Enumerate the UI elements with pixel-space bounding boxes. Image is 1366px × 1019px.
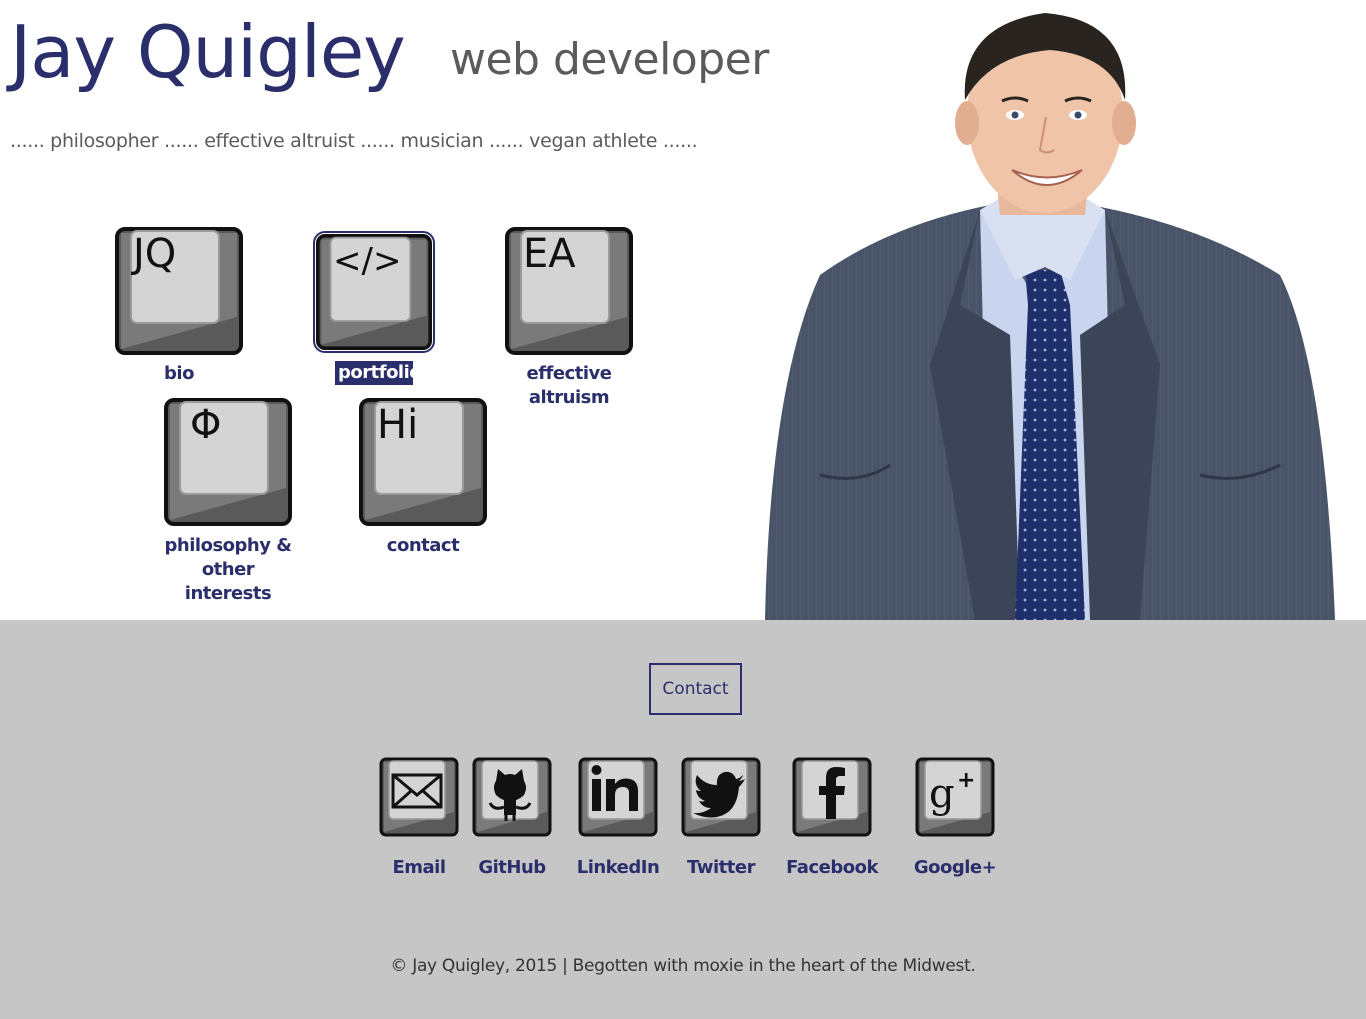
github-social-button[interactable]: [472, 757, 552, 837]
octocat-icon: [472, 757, 552, 837]
linkedin-link[interactable]: LinkedIn: [571, 857, 665, 878]
philosophy-label-line2: other interests: [184, 559, 272, 604]
facebook-link[interactable]: Facebook: [782, 857, 882, 878]
email-link[interactable]: Email: [379, 857, 459, 878]
key-legend: </>: [333, 241, 402, 281]
github-link[interactable]: GitHub: [472, 857, 552, 878]
site-title[interactable]: Jay Quigley: [10, 10, 406, 94]
svg-text:+: +: [957, 768, 975, 793]
contact-button[interactable]: Contact: [649, 663, 742, 715]
footer-section: Contact Email GitHub LinkedIn Twitter Fa…: [0, 620, 1366, 1019]
google-plus-link[interactable]: Google+: [905, 857, 1005, 878]
portfolio-key-button[interactable]: </>: [313, 231, 435, 353]
google-plus-social-button[interactable]: g +: [915, 757, 995, 837]
contact-key-button[interactable]: Hi: [359, 398, 487, 526]
envelope-icon: [379, 757, 459, 837]
twitter-link[interactable]: Twitter: [681, 857, 761, 878]
role-subtitle: web developer: [450, 34, 769, 85]
portfolio-link[interactable]: portfolio: [335, 361, 422, 385]
facebook-social-button[interactable]: [792, 757, 872, 837]
portrait-photo: [765, 13, 1335, 620]
facebook-icon: [792, 757, 872, 837]
copyright-text: © Jay Quigley, 2015 | Begotten with moxi…: [390, 956, 976, 976]
philosophy-key-button[interactable]: Φ: [164, 398, 292, 526]
contact-link[interactable]: contact: [378, 534, 468, 558]
linkedin-icon: [578, 757, 658, 837]
svg-text:g: g: [929, 771, 955, 817]
philosophy-link[interactable]: philosophy & other interests: [160, 534, 296, 606]
twitter-bird-icon: [681, 757, 761, 837]
key-legend: EA: [523, 231, 576, 277]
linkedin-social-button[interactable]: [578, 757, 658, 837]
hero-section: Jay Quigley web developer ...... philoso…: [0, 0, 1366, 620]
key-legend: Φ: [190, 402, 222, 448]
phi-keycap-icon: [164, 398, 292, 526]
bio-link[interactable]: bio: [150, 362, 208, 386]
twitter-social-button[interactable]: [681, 757, 761, 837]
email-social-button[interactable]: [379, 757, 459, 837]
effective-altruism-link[interactable]: effective altruism: [490, 362, 648, 410]
bio-key-button[interactable]: JQ: [115, 227, 243, 355]
key-legend: Hi: [377, 402, 419, 448]
google-plus-icon: g +: [915, 757, 995, 837]
philosophy-label-line1: philosophy &: [164, 535, 292, 556]
tagline: ...... philosopher ...... effective altr…: [10, 130, 698, 152]
ea-key-button[interactable]: EA: [505, 227, 633, 355]
key-legend: JQ: [133, 231, 177, 277]
